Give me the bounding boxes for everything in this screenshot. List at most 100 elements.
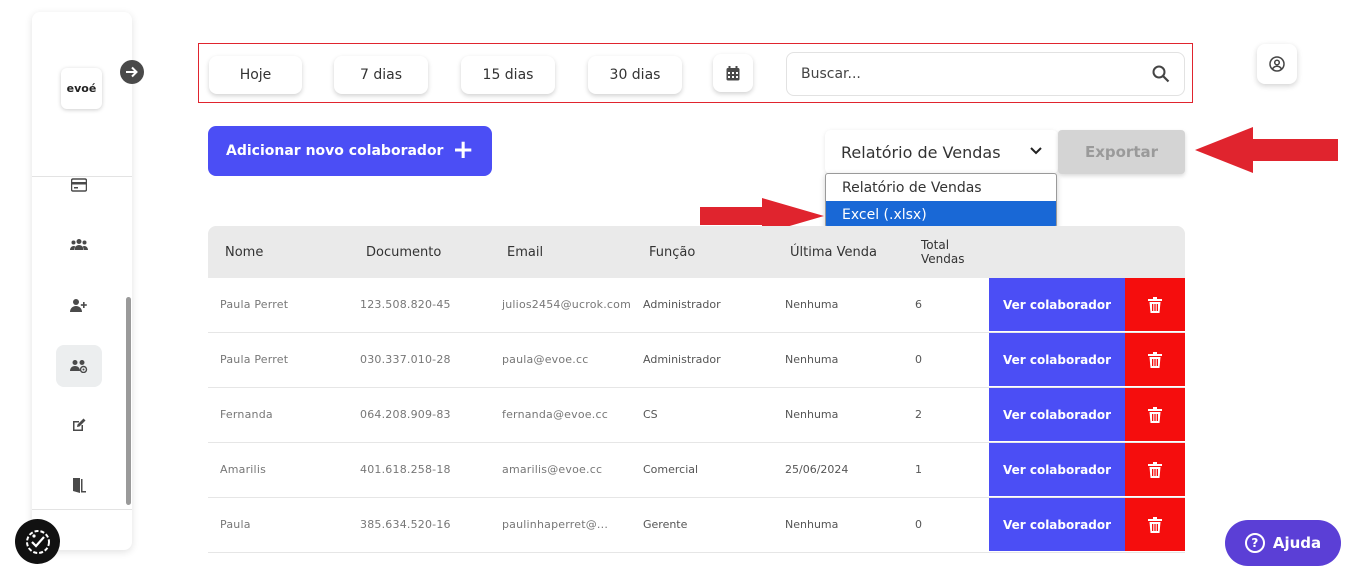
filter-30-days-button[interactable]: 30 dias [588, 56, 682, 94]
header-name: Nome [225, 244, 264, 260]
cell-total-sales: 6 [915, 297, 922, 311]
sidebar-scrollbar[interactable] [126, 297, 131, 505]
view-collaborator-button[interactable]: Ver colaborador [989, 333, 1125, 386]
header-total-sales: Total Vendas [921, 238, 965, 266]
export-button[interactable]: Exportar [1058, 130, 1185, 174]
report-option-excel[interactable]: Excel (.xlsx) [826, 201, 1056, 227]
credit-card-icon [71, 178, 87, 192]
profile-button[interactable] [1257, 44, 1297, 84]
expand-sidebar-button[interactable] [120, 60, 144, 84]
cell-role: Gerente [643, 517, 688, 531]
delete-collaborator-button[interactable] [1125, 443, 1185, 496]
sidebar: evoé [32, 12, 132, 550]
header-document: Documento [366, 244, 442, 260]
arrow-right-icon [126, 66, 138, 78]
cell-last-sale: Nenhuma [785, 352, 839, 366]
add-collaborator-button[interactable]: Adicionar novo colaborador + [208, 126, 492, 176]
plus-icon: + [452, 135, 474, 165]
cell-name: Paula Perret [220, 297, 289, 311]
cell-email: julios2454@ucrok.com [502, 297, 631, 311]
report-option-sales[interactable]: Relatório de Vendas [826, 174, 1056, 201]
date-picker-button[interactable] [713, 54, 753, 92]
view-collaborator-button[interactable]: Ver colaborador [989, 388, 1125, 441]
cell-email: amarilis@evoe.cc [502, 462, 603, 476]
user-circle-icon [1269, 56, 1285, 72]
cell-last-sale: Nenhuma [785, 407, 839, 421]
filter-7-days-button[interactable]: 7 dias [334, 56, 428, 94]
sidebar-item-logout[interactable] [56, 464, 102, 506]
accessibility-button[interactable] [15, 519, 60, 564]
header-last-sale: Última Venda [790, 244, 877, 260]
cell-name: Fernanda [220, 407, 273, 421]
accessibility-icon [25, 529, 50, 554]
question-icon: ? [1244, 533, 1265, 553]
collaborators-table: Nome Documento Email Função Última Venda… [208, 226, 1185, 573]
door-exit-icon [73, 478, 86, 493]
filter-bar: Hoje 7 dias 15 dias 30 dias [198, 43, 1193, 103]
delete-collaborator-button[interactable] [1125, 498, 1185, 551]
cell-document: 064.208.909-83 [360, 407, 451, 421]
filter-15-days-button[interactable]: 15 dias [461, 56, 555, 94]
cell-role: Administrador [643, 352, 721, 366]
users-icon [70, 239, 88, 250]
trash-icon [1148, 406, 1162, 423]
annotation-arrow-export [1195, 127, 1338, 173]
cell-last-sale: Nenhuma [785, 517, 839, 531]
search-icon[interactable] [1152, 65, 1170, 83]
cell-role: Administrador [643, 297, 721, 311]
table-row: Fernanda 064.208.909-83 fernanda@evoe.cc CS… [208, 388, 1185, 443]
cell-total-sales: 0 [915, 352, 922, 366]
sidebar-item-add-user[interactable] [56, 284, 102, 326]
sidebar-item-users[interactable] [56, 223, 102, 265]
cell-last-sale: Nenhuma [785, 297, 839, 311]
table-row: Paula Perret 123.508.820-45 julios2454@ucr… [208, 278, 1185, 333]
search-input[interactable] [801, 66, 1152, 82]
trash-icon [1148, 461, 1162, 478]
cell-email: fernanda@evoe.cc [502, 407, 608, 421]
table-header: Nome Documento Email Função Última Venda… [208, 226, 1185, 278]
cell-last-sale: 25/06/2024 [785, 462, 849, 476]
edit-icon [73, 418, 86, 431]
calendar-icon [726, 65, 740, 80]
evoe-logo: evoé [61, 68, 102, 109]
cell-name: Paula [220, 517, 251, 531]
search-box [786, 52, 1185, 96]
cell-name: Amarilis [220, 462, 267, 476]
cell-total-sales: 2 [915, 407, 922, 421]
cell-total-sales: 1 [915, 462, 922, 476]
report-type-select[interactable]: Relatório de Vendas [825, 130, 1058, 174]
cell-document: 401.618.258-18 [360, 462, 451, 476]
cell-role: Comercial [643, 462, 699, 476]
trash-icon [1148, 516, 1162, 533]
team-icon [70, 360, 88, 373]
cell-email: paula@evoe.cc [502, 352, 589, 366]
report-type-dropdown: Relatório de Vendas Excel (.xlsx) [825, 173, 1057, 228]
help-label: Ajuda [1272, 534, 1322, 552]
delete-collaborator-button[interactable] [1125, 278, 1185, 331]
sidebar-item-edit[interactable] [56, 404, 102, 446]
sidebar-item-team[interactable] [56, 345, 102, 387]
sidebar-divider [32, 509, 132, 510]
sidebar-item-payments[interactable] [56, 164, 102, 206]
view-collaborator-button[interactable]: Ver colaborador [989, 278, 1125, 331]
filter-spacer [558, 56, 559, 94]
help-button[interactable]: ? Ajuda [1225, 520, 1341, 566]
cell-document: 385.634.520-16 [360, 517, 451, 531]
table-row: Paula 385.634.520-16 paulinhaperret@... Ger… [208, 498, 1185, 553]
view-collaborator-button[interactable]: Ver colaborador [989, 443, 1125, 496]
table-row: Amarilis 401.618.258-18 amarilis@evoe.cc Co… [208, 443, 1185, 498]
table-row: Paula Perret 030.337.010-28 paula@evoe.cc A… [208, 333, 1185, 388]
delete-collaborator-button[interactable] [1125, 388, 1185, 441]
filter-today-button[interactable]: Hoje [209, 56, 302, 94]
header-role: Função [649, 244, 696, 260]
header-email: Email [507, 244, 544, 260]
add-user-icon [70, 299, 87, 312]
trash-icon [1148, 351, 1162, 368]
cell-document: 030.337.010-28 [360, 352, 451, 366]
chevron-down-icon [1030, 147, 1042, 155]
add-collaborator-label: Adicionar novo colaborador [226, 143, 444, 159]
delete-collaborator-button[interactable] [1125, 333, 1185, 386]
cell-name: Paula Perret [220, 352, 289, 366]
view-collaborator-button[interactable]: Ver colaborador [989, 498, 1125, 551]
cell-email: paulinhaperret@... [502, 517, 609, 531]
